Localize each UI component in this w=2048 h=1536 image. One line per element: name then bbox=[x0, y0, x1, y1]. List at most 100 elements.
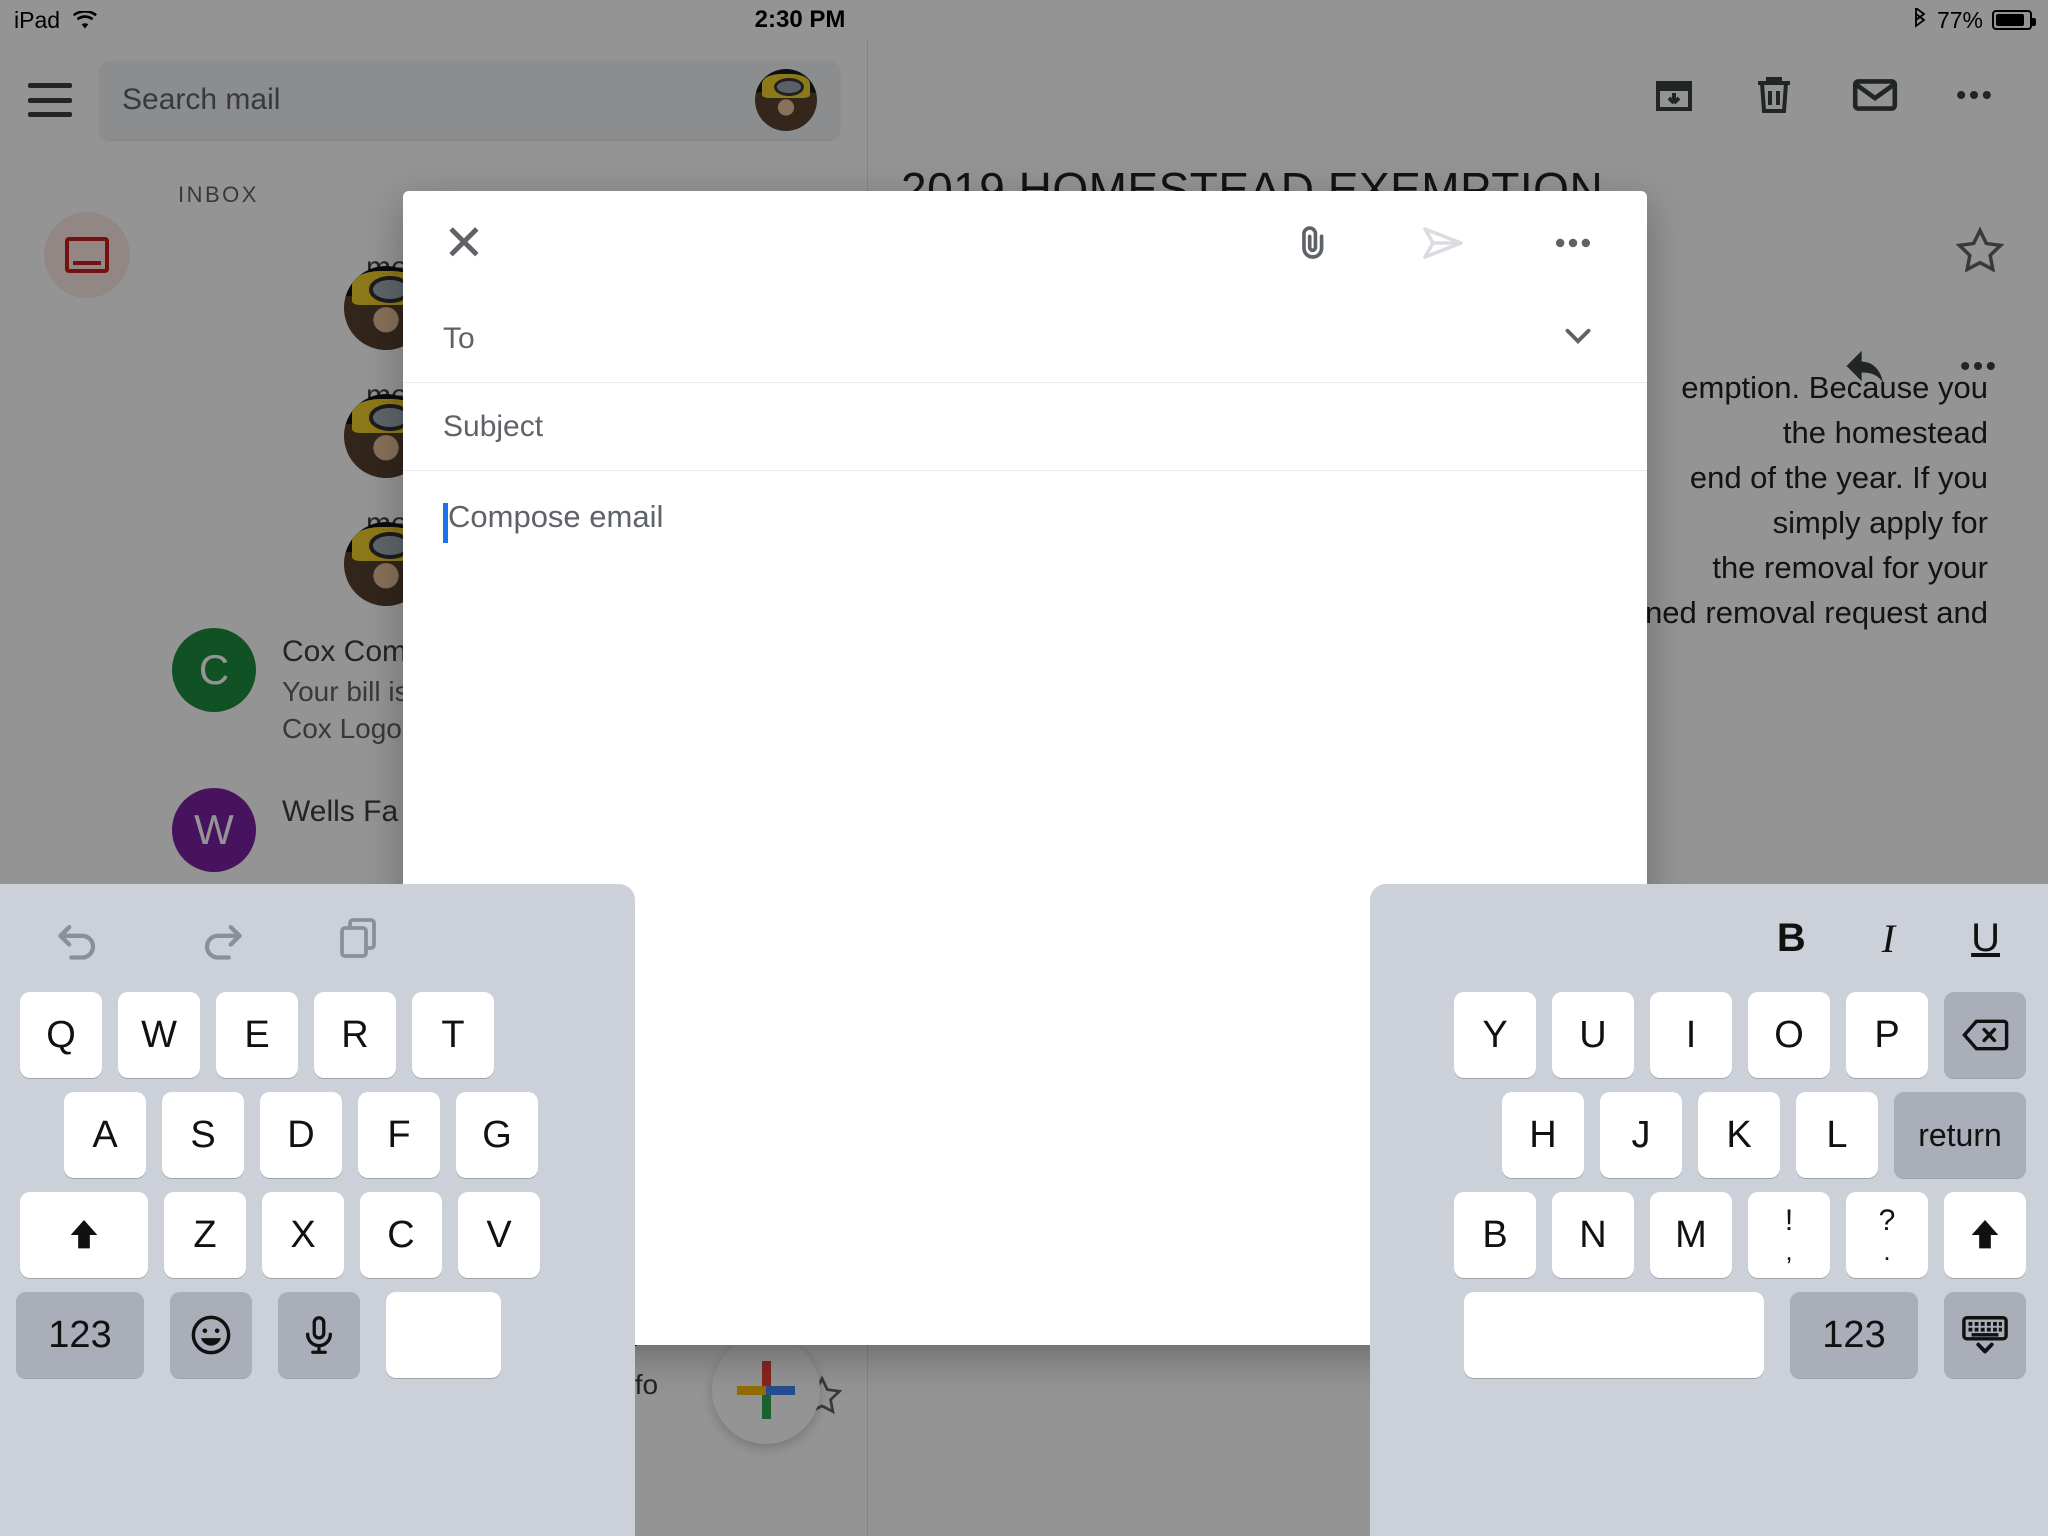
space-key[interactable] bbox=[1464, 1292, 1764, 1378]
battery-percent: 77% bbox=[1936, 6, 1983, 33]
italic-button[interactable]: I bbox=[1882, 915, 1895, 962]
key-question-period[interactable]: ? . bbox=[1846, 1192, 1928, 1278]
list-item-sender: Wells Fa bbox=[282, 795, 399, 829]
key-r[interactable]: R bbox=[314, 992, 396, 1078]
list-item-subject: Your bill is bbox=[282, 675, 409, 707]
numbers-key[interactable]: 123 bbox=[16, 1292, 144, 1378]
avatar[interactable] bbox=[755, 69, 817, 131]
compose-body-field[interactable]: Compose email bbox=[403, 471, 1647, 543]
emoji-key[interactable] bbox=[170, 1292, 252, 1378]
shift-key[interactable] bbox=[20, 1192, 148, 1278]
bold-button[interactable]: B bbox=[1777, 916, 1806, 961]
more-options-icon[interactable] bbox=[1952, 73, 1996, 117]
search-input[interactable]: Search mail bbox=[100, 61, 839, 139]
hide-keyboard-icon bbox=[1962, 1316, 2008, 1354]
underline-button[interactable]: U bbox=[1971, 916, 2000, 961]
reply-icon[interactable] bbox=[1840, 340, 1892, 392]
search-row: Search mail bbox=[0, 40, 867, 160]
key-s[interactable]: S bbox=[162, 1092, 244, 1178]
undo-icon[interactable] bbox=[54, 912, 106, 964]
key-n[interactable]: N bbox=[1552, 1192, 1634, 1278]
backspace-icon bbox=[1962, 1019, 2009, 1051]
key-m[interactable]: M bbox=[1650, 1192, 1732, 1278]
keyboard-row-2: H J K L return bbox=[1370, 1092, 2048, 1178]
keyboard-left-toolbar bbox=[0, 884, 635, 992]
attach-paperclip-icon[interactable] bbox=[1289, 220, 1335, 266]
send-icon[interactable] bbox=[1419, 219, 1467, 267]
compose-fab-button[interactable] bbox=[712, 1336, 820, 1444]
return-key[interactable]: return bbox=[1894, 1092, 2026, 1178]
subject-placeholder: Subject bbox=[443, 409, 544, 443]
key-q[interactable]: Q bbox=[20, 992, 102, 1078]
backspace-key[interactable] bbox=[1944, 992, 2026, 1078]
key-l[interactable]: L bbox=[1796, 1092, 1878, 1178]
microphone-key[interactable] bbox=[278, 1292, 360, 1378]
hide-keyboard-key[interactable] bbox=[1944, 1292, 2026, 1378]
key-o[interactable]: O bbox=[1748, 992, 1830, 1078]
chevron-down-icon[interactable] bbox=[1557, 315, 1599, 362]
close-icon[interactable]: ✕ bbox=[443, 218, 485, 268]
screen-root: iPad 2:30 PM 77% Search mail INBOX C Cox… bbox=[0, 0, 2048, 1536]
key-w[interactable]: W bbox=[118, 992, 200, 1078]
redo-icon[interactable] bbox=[194, 912, 246, 964]
keyboard-row-3: Z X C V bbox=[0, 1192, 635, 1278]
emoji-icon bbox=[191, 1315, 231, 1355]
space-key[interactable] bbox=[386, 1292, 501, 1378]
key-exclamation-comma[interactable]: ! , bbox=[1748, 1192, 1830, 1278]
keyboard-row-3: B N M ! , ? . bbox=[1370, 1192, 2048, 1278]
star-outline-icon[interactable] bbox=[1954, 225, 2006, 277]
key-d[interactable]: D bbox=[260, 1092, 342, 1178]
key-exclamation: ! bbox=[1784, 1204, 1794, 1237]
key-b[interactable]: B bbox=[1454, 1192, 1536, 1278]
more-options-icon[interactable] bbox=[1956, 340, 2000, 392]
avatar: W bbox=[172, 788, 256, 873]
more-options-icon[interactable] bbox=[1551, 221, 1595, 265]
shift-icon bbox=[70, 1220, 98, 1249]
status-bar: iPad 2:30 PM 77% bbox=[0, 0, 2048, 40]
shift-key[interactable] bbox=[1944, 1192, 2026, 1278]
compose-header-actions bbox=[1289, 219, 1595, 267]
key-comma: , bbox=[1785, 1236, 1793, 1266]
compose-header: ✕ bbox=[403, 191, 1647, 295]
key-h[interactable]: H bbox=[1502, 1092, 1584, 1178]
keyboard-row-1: Y U I O P bbox=[1370, 992, 2048, 1078]
numbers-key[interactable]: 123 bbox=[1790, 1292, 1918, 1378]
battery-icon bbox=[1992, 10, 2036, 30]
archive-icon[interactable] bbox=[1650, 71, 1698, 119]
key-k[interactable]: K bbox=[1698, 1092, 1780, 1178]
hamburger-menu-icon[interactable] bbox=[28, 83, 72, 117]
to-placeholder: To bbox=[443, 321, 475, 355]
status-bar-time: 2:30 PM bbox=[754, 6, 846, 33]
delete-icon[interactable] bbox=[1750, 71, 1798, 119]
key-x[interactable]: X bbox=[262, 1192, 344, 1278]
reading-pane-toolbar bbox=[869, 40, 2048, 150]
compose-subject-field[interactable]: Subject bbox=[403, 383, 1647, 471]
key-y[interactable]: Y bbox=[1454, 992, 1536, 1078]
key-v[interactable]: V bbox=[458, 1192, 540, 1278]
key-question: ? bbox=[1878, 1204, 1896, 1237]
wifi-icon bbox=[73, 10, 98, 28]
key-a[interactable]: A bbox=[64, 1092, 146, 1178]
shift-icon bbox=[1971, 1220, 1999, 1249]
key-g[interactable]: G bbox=[456, 1092, 538, 1178]
key-j[interactable]: J bbox=[1600, 1092, 1682, 1178]
body-placeholder: Compose email bbox=[448, 499, 664, 534]
paste-icon[interactable] bbox=[334, 914, 382, 962]
key-p[interactable]: P bbox=[1846, 992, 1928, 1078]
search-placeholder: Search mail bbox=[122, 83, 281, 116]
status-bar-left: iPad bbox=[0, 7, 600, 34]
key-i[interactable]: I bbox=[1650, 992, 1732, 1078]
key-c[interactable]: C bbox=[360, 1192, 442, 1278]
list-item-snippet: Cox Logo bbox=[282, 713, 402, 745]
bluetooth-icon bbox=[1915, 8, 1926, 28]
compose-to-field[interactable]: To bbox=[403, 295, 1647, 383]
mark-unread-icon[interactable] bbox=[1850, 70, 1900, 120]
list-item-sender: Cox Com bbox=[282, 635, 408, 668]
key-e[interactable]: E bbox=[216, 992, 298, 1078]
keyboard-right-toolbar: B I U bbox=[1370, 884, 2048, 992]
key-z[interactable]: Z bbox=[164, 1192, 246, 1278]
keyboard-row-1: Q W E R T bbox=[0, 992, 635, 1078]
key-u[interactable]: U bbox=[1552, 992, 1634, 1078]
key-f[interactable]: F bbox=[358, 1092, 440, 1178]
key-t[interactable]: T bbox=[412, 992, 494, 1078]
